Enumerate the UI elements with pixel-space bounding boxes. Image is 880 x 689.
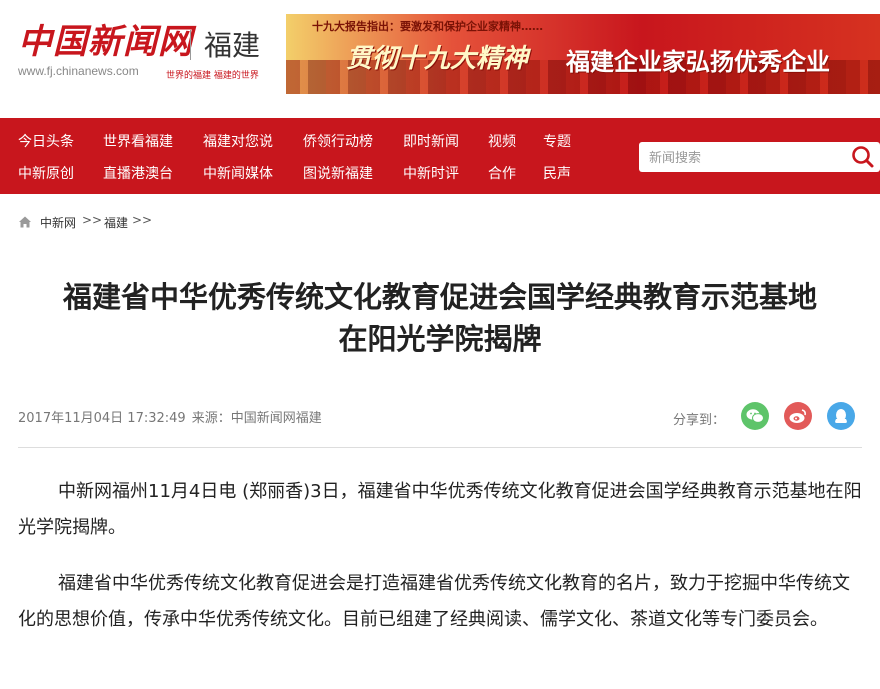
share-qq-button[interactable] [827,402,855,430]
site-slogan: 世界的福建 福建的世界 [166,71,259,81]
nav-item[interactable]: 福建对您说 [203,131,273,151]
nav-item[interactable]: 直播港澳台 [103,163,173,183]
site-logo[interactable]: 中国新闻网 福建 www.fj.chinanews.com 世界的福建 福建的世… [18,22,260,81]
region-label: 福建 [204,29,261,62]
qq-icon [835,409,847,423]
share-weibo-button[interactable] [784,402,812,430]
logo-divider [190,30,191,60]
nav-item[interactable]: 合作 [488,163,516,183]
wechat-icon [746,409,764,423]
nav-item[interactable]: 视频 [488,131,516,151]
header-banner[interactable]: 十九大报告指出：要激发和保护企业家精神…… 贯彻十九大精神 福建企业家弘扬优秀企… [286,14,880,94]
nav-item[interactable]: 专题 [543,131,571,151]
nav-item[interactable]: 世界看福建 [103,131,173,151]
banner-small-text: 十九大报告指出：要激发和保护企业家精神…… [312,20,543,33]
article-title: 福建省中华优秀传统文化教育促进会国学经典教育示范基地 在阳光学院揭牌 [18,276,862,360]
article-paragraph: 福建省中华优秀传统文化教育促进会是打造福建省优秀传统文化教育的名片，致力于挖掘中… [18,573,850,630]
search-input[interactable] [647,142,841,174]
article-source: 来源：中国新闻网福建 [191,411,322,426]
nav-item[interactable]: 今日头条 [18,131,74,151]
site-header: 中国新闻网 福建 www.fj.chinanews.com 世界的福建 福建的世… [0,0,880,118]
article-paragraph: 中新网福州11月4日电 (郑丽香)3日，福建省中华优秀传统文化教育促进会国学经典… [18,481,862,538]
nav-item[interactable]: 中新时评 [403,163,459,183]
breadcrumb-separator: >> [132,213,153,227]
banner-headline-2: 福建企业家弘扬优秀企业 [566,48,830,76]
search-icon [852,146,874,168]
home-icon[interactable] [18,215,32,229]
nav-item[interactable]: 图说新福建 [303,163,373,183]
nav-item[interactable]: 侨领行动榜 [303,131,373,151]
breadcrumb-item[interactable]: 中新网 [40,214,76,231]
article-title-line-2: 在阳光学院揭牌 [338,322,542,356]
nav-item[interactable]: 民声 [543,163,571,183]
search-box [639,142,880,174]
article-title-line-1: 福建省中华优秀传统文化教育促进会国学经典教育示范基地 [62,280,817,314]
article-date: 2017年11月04日 17:32:49 [18,411,186,426]
weibo-icon [789,409,806,423]
share-label: 分享到： [673,413,726,428]
banner-headline-1: 贯彻十九大精神 [346,44,529,74]
breadcrumb-separator: >> [82,213,103,227]
meta-divider [18,447,862,448]
nav-item[interactable]: 中新原创 [18,163,74,183]
breadcrumb-item[interactable]: 福建 [104,214,128,231]
nav-item[interactable]: 中新闻媒体 [203,163,273,183]
nav-item[interactable]: 即时新闻 [403,131,459,151]
share-wechat-button[interactable] [741,402,769,430]
search-button[interactable] [849,145,877,169]
logo-text: 中国新闻网 [18,22,193,62]
article-meta: 2017年11月04日 17:32:49 来源：中国新闻网福建 [18,407,322,426]
